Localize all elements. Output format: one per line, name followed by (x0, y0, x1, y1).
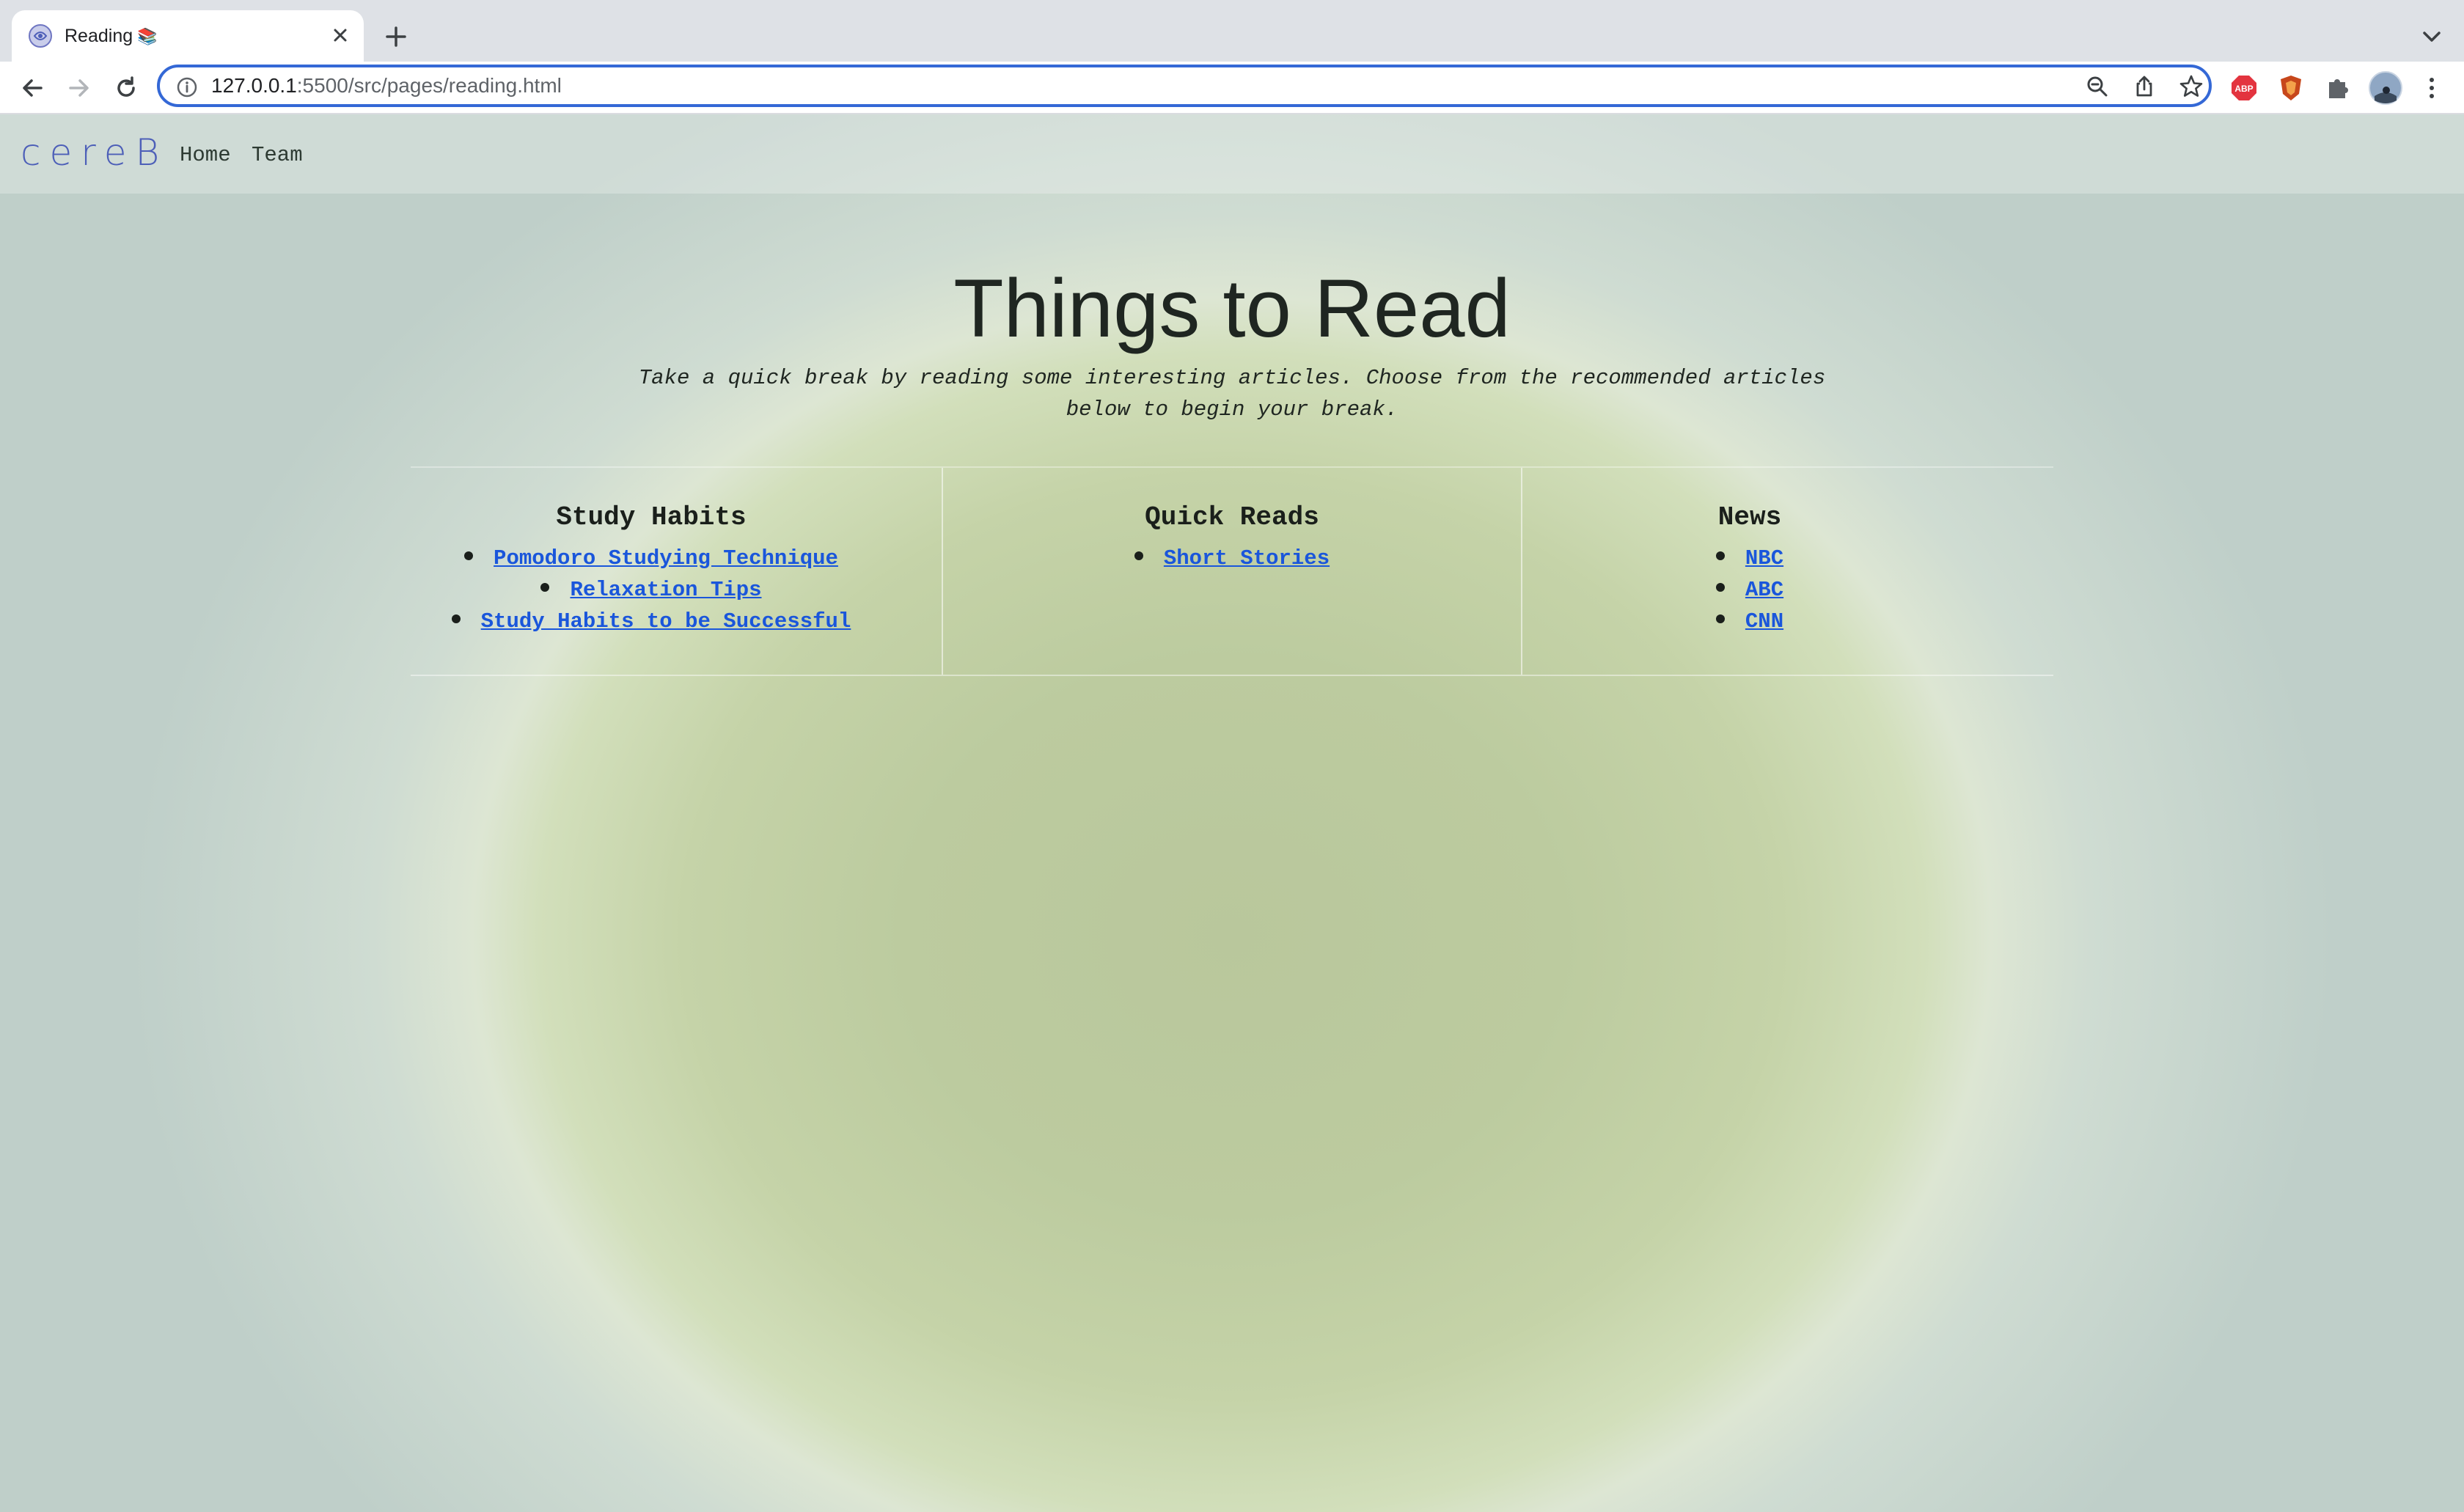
link-pomodoro-studying-technique[interactable]: Pomodoro Studying Technique (494, 546, 838, 570)
list-item: NBC (1522, 543, 1977, 574)
more-menu-icon[interactable] (2417, 73, 2446, 103)
list-item: Pomodoro Studying Technique (411, 543, 892, 574)
page-subtitle-line-2: below to begin your break. (1066, 397, 1398, 422)
link-list: NBC ABC CNN (1522, 543, 1977, 637)
column-quick-reads: Quick Reads Short Stories (943, 468, 1521, 675)
chevron-down-icon[interactable] (2417, 22, 2446, 51)
link-study-habits-to-be-successful[interactable]: Study Habits to be Successful (481, 609, 851, 634)
link-nbc[interactable]: NBC (1745, 546, 1783, 570)
bullet-icon (540, 583, 550, 592)
close-tab-icon[interactable] (327, 22, 353, 48)
link-abc[interactable]: ABC (1745, 578, 1783, 602)
page-subtitle-line-1: Take a quick break by reading some inter… (638, 366, 1826, 390)
page-title: Things to Read (953, 263, 1511, 354)
page-subtitle: Take a quick break by reading some inter… (631, 362, 1833, 425)
address-url: 127.0.0.1:5500/src/pages/reading.html (211, 67, 562, 104)
nav-link-team[interactable]: Team (252, 141, 303, 170)
link-cnn[interactable]: CNN (1745, 609, 1783, 634)
column-news: News NBC ABC CNN (1522, 468, 1977, 675)
link-short-stories[interactable]: Short Stories (1164, 546, 1330, 570)
bullet-icon (1715, 614, 1725, 624)
tab-title-text: Reading (65, 26, 133, 46)
bullet-icon (451, 614, 461, 624)
column-title: Study Habits (556, 502, 747, 532)
bullet-icon (1715, 551, 1725, 561)
site-favicon-icon (29, 24, 52, 48)
reload-icon[interactable] (110, 72, 142, 104)
page-viewport: cereB Home Team Things to Read Take a qu… (0, 114, 2464, 1512)
site-logo[interactable]: cereB (21, 133, 168, 172)
list-item: Relaxation Tips (411, 574, 892, 606)
nav-link-home[interactable]: Home (180, 141, 231, 170)
link-relaxation-tips[interactable]: Relaxation Tips (570, 578, 761, 602)
column-title: News (1717, 502, 1782, 532)
adblock-extension-icon[interactable]: ABP (2229, 73, 2259, 103)
tab-reading[interactable]: Reading 📚 (12, 10, 364, 62)
browser-toolbar: 127.0.0.1:5500/src/pages/reading.html AB… (0, 62, 2464, 114)
tab-title: Reading 📚 (65, 23, 158, 49)
new-tab-icon[interactable] (381, 22, 411, 51)
column-title: Quick Reads (1145, 502, 1319, 532)
link-list: Short Stories (943, 543, 1521, 574)
svg-text:ABP: ABP (2234, 84, 2253, 94)
bookmark-star-icon[interactable] (2178, 73, 2204, 100)
bullet-icon (1134, 551, 1143, 561)
browser-window: Reading 📚 127.0.0.1:5500/src/pages/readi… (0, 0, 2464, 1512)
profile-avatar-icon[interactable] (2369, 71, 2402, 105)
address-bar[interactable]: 127.0.0.1:5500/src/pages/reading.html (157, 65, 2212, 107)
bullet-icon (1715, 583, 1725, 592)
address-path: :5500/src/pages/reading.html (296, 74, 562, 97)
link-list: Pomodoro Studying Technique Relaxation T… (411, 543, 892, 637)
zoom-icon[interactable] (2084, 73, 2111, 100)
address-host: 127.0.0.1 (211, 74, 297, 97)
list-item: Short Stories (943, 543, 1521, 574)
forward-arrow-icon[interactable] (63, 72, 95, 104)
column-study-habits: Study Habits Pomodoro Studying Technique… (411, 468, 892, 675)
brave-shield-extension-icon[interactable] (2276, 73, 2306, 103)
books-emoji-icon: 📚 (137, 27, 158, 45)
back-arrow-icon[interactable] (16, 72, 48, 104)
site-info-icon[interactable] (176, 76, 198, 98)
bullet-icon (464, 551, 474, 561)
list-item: Study Habits to be Successful (411, 606, 892, 637)
site-navbar: cereB Home Team (0, 114, 2464, 194)
share-icon[interactable] (2131, 73, 2157, 100)
tab-strip: Reading 📚 (0, 0, 2464, 62)
article-columns: Study Habits Pomodoro Studying Technique… (411, 466, 2053, 676)
list-item: CNN (1522, 606, 1977, 637)
list-item: ABC (1522, 574, 1977, 606)
puzzle-extensions-icon[interactable] (2323, 73, 2353, 103)
